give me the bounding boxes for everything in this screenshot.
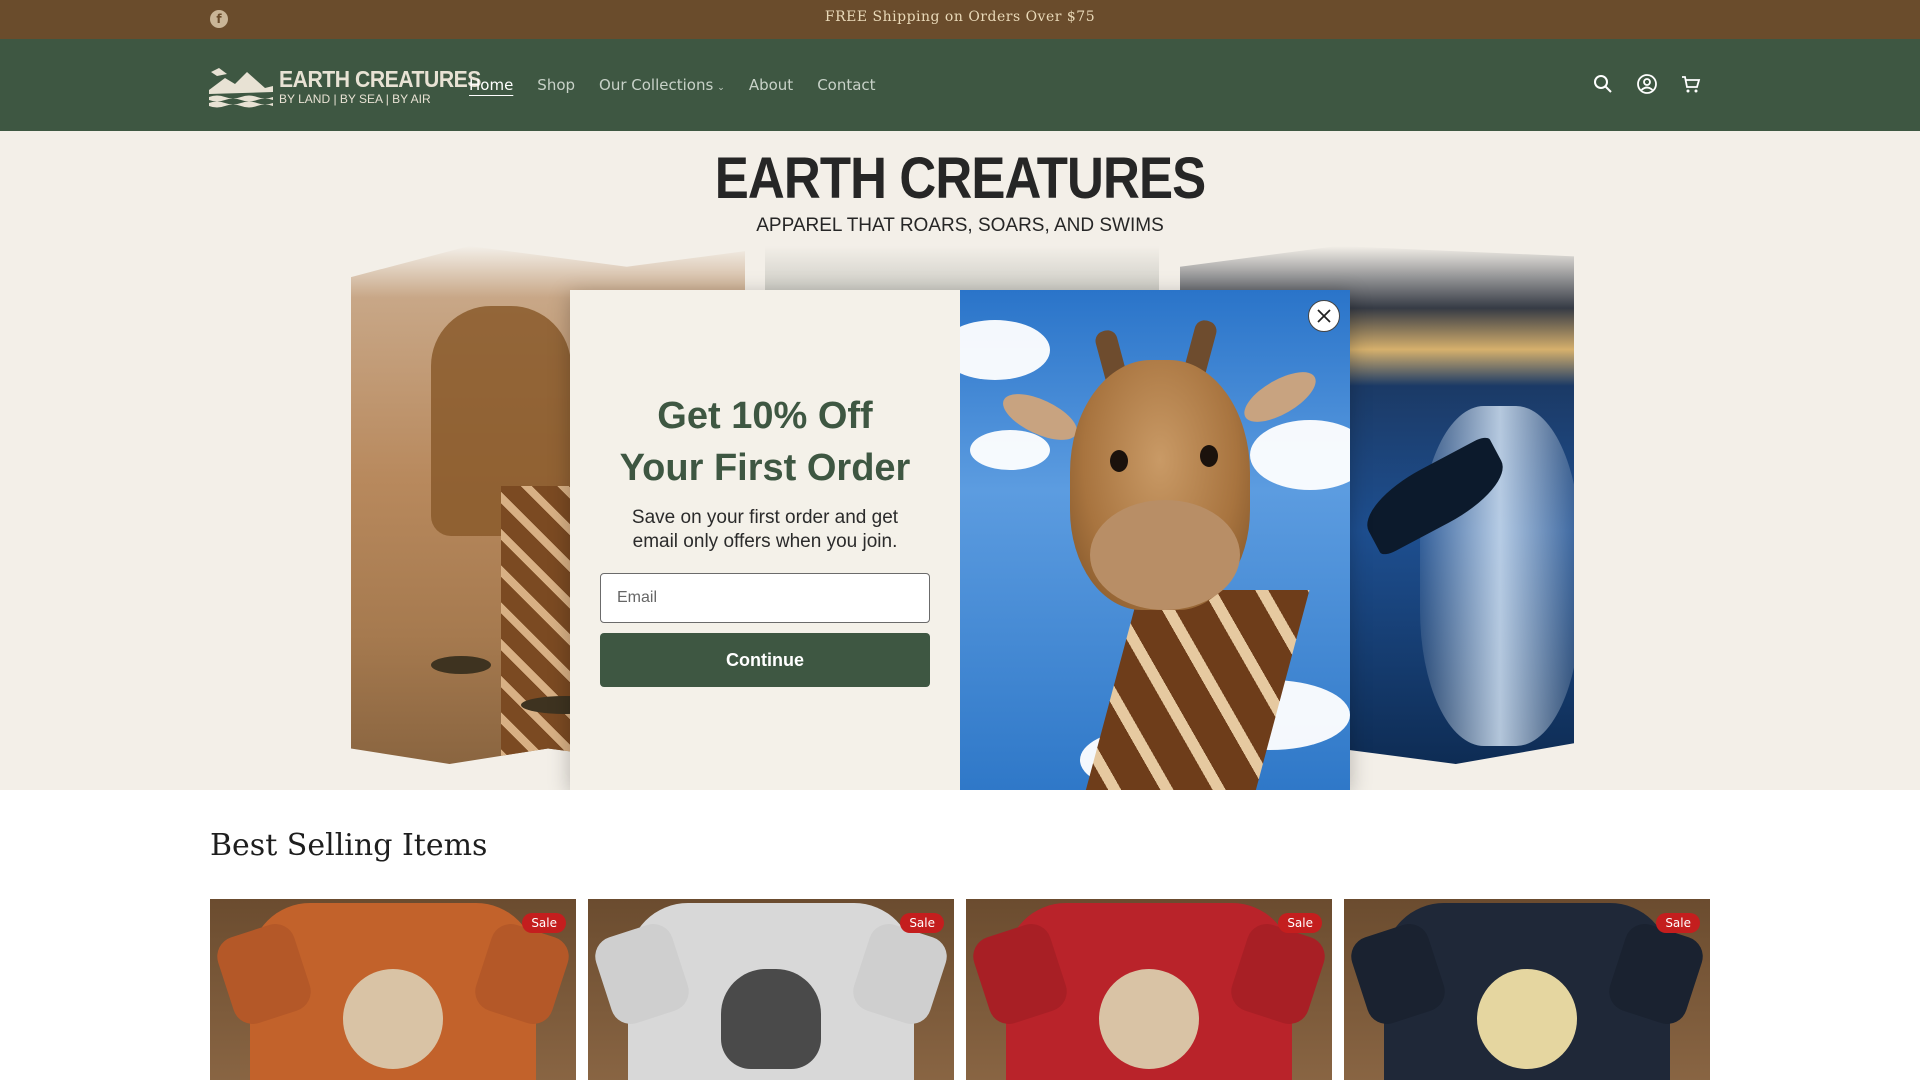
account-icon[interactable] <box>1635 72 1659 96</box>
sale-badge: Sale <box>900 913 944 933</box>
sale-badge: Sale <box>522 913 566 933</box>
nav-about[interactable]: About <box>749 76 793 94</box>
email-input[interactable] <box>600 573 930 623</box>
popup-title-line1: Get 10% Off <box>657 395 873 437</box>
highland-cow-graphic <box>1099 969 1199 1069</box>
popup-subtitle: Save on your first order and get email o… <box>631 507 899 552</box>
header-icons <box>1591 72 1703 96</box>
close-icon <box>1317 309 1331 323</box>
main-nav: Home Shop Our Collections ⌄ About Contact <box>469 76 900 94</box>
product-card[interactable]: Sale <box>966 899 1332 1080</box>
mountain-waves-logo-icon <box>209 68 273 108</box>
nav-our-collections-label: Our Collections <box>599 76 714 94</box>
site-header: EARTH CREATURES BY LAND | BY SEA | BY AI… <box>0 39 1920 131</box>
product-card[interactable]: Sale <box>588 899 954 1080</box>
cart-icon[interactable] <box>1679 72 1703 96</box>
announcement-bar: f FREE Shipping on Orders Over $75 <box>0 0 1920 39</box>
search-icon[interactable] <box>1591 72 1615 96</box>
capybara-graphic <box>721 969 821 1069</box>
nav-shop[interactable]: Shop <box>537 76 575 94</box>
popup-title: Get 10% Off Your First Order <box>570 390 960 494</box>
nav-home[interactable]: Home <box>469 76 513 94</box>
popup-title-line2: Your First Order <box>619 447 911 489</box>
nav-our-collections[interactable]: Our Collections ⌄ <box>599 76 725 94</box>
close-popup-button[interactable] <box>1308 300 1340 332</box>
hero-brand-title: EARTH CREATURES <box>714 146 1206 211</box>
product-card[interactable]: Sale <box>210 899 576 1080</box>
chevron-down-icon: ⌄ <box>717 83 725 93</box>
popup-giraffe-image <box>960 290 1350 790</box>
capybara-graphic <box>1477 969 1577 1069</box>
logo-tagline: BY LAND | BY SEA | BY AIR <box>279 92 431 106</box>
sale-badge: Sale <box>1656 913 1700 933</box>
nav-contact[interactable]: Contact <box>817 76 875 94</box>
announcement-text: FREE Shipping on Orders Over $75 <box>824 9 1096 25</box>
best-selling-section: Best Selling Items Sale Sale Sale Sale <box>0 790 1920 1080</box>
discount-popup: Get 10% Off Your First Order Save on you… <box>570 290 1350 790</box>
product-card[interactable]: Sale <box>1344 899 1710 1080</box>
sale-badge: Sale <box>1278 913 1322 933</box>
logo-name: EARTH CREATURES <box>279 66 481 92</box>
section-title: Best Selling Items <box>210 828 488 863</box>
continue-button[interactable]: Continue <box>600 633 930 687</box>
hero-slogan: APPAREL THAT ROARS, SOARS, AND SWIMS <box>756 215 1164 236</box>
site-logo[interactable]: EARTH CREATURES BY LAND | BY SEA | BY AI… <box>209 64 481 108</box>
popup-form-panel: Get 10% Off Your First Order Save on you… <box>570 290 960 790</box>
highland-cow-graphic <box>343 969 443 1069</box>
